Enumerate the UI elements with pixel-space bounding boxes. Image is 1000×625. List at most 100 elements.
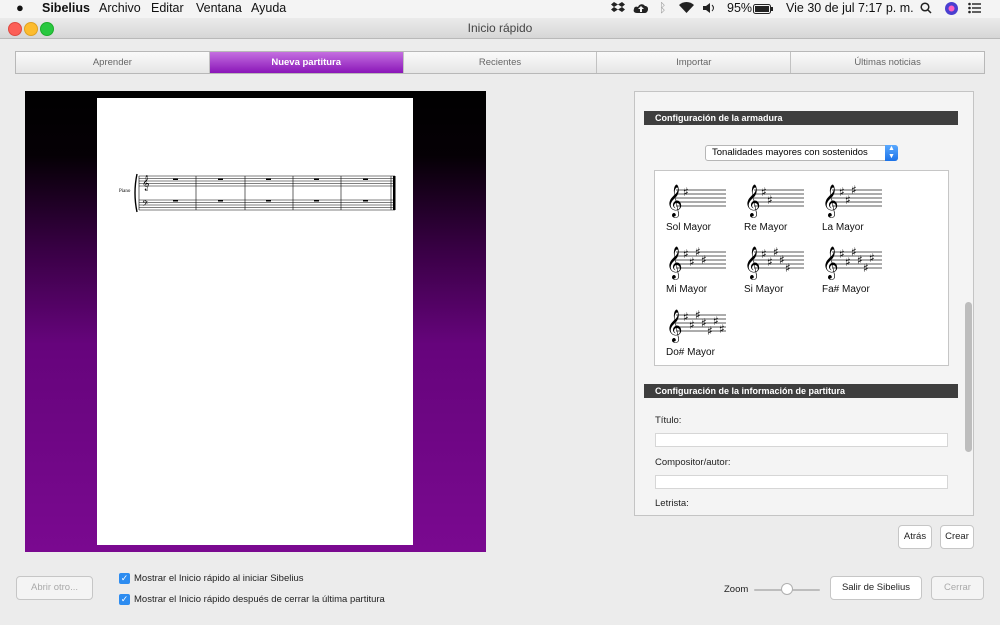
- back-button[interactable]: Atrás: [898, 525, 932, 549]
- key-re-mayor-staff-icon: 𝄞 ♯♯: [744, 184, 804, 218]
- key-si-mayor-staff-icon: 𝄞 ♯♯♯♯♯: [744, 245, 804, 280]
- svg-text:𝄞: 𝄞: [744, 246, 761, 280]
- key-label: Si Mayor: [744, 284, 784, 295]
- svg-text:♯: ♯: [773, 245, 779, 259]
- svg-text:♯: ♯: [845, 255, 851, 269]
- title-input[interactable]: [655, 433, 948, 447]
- svg-text:♯: ♯: [767, 193, 773, 207]
- svg-text:𝄞: 𝄞: [142, 176, 150, 191]
- tab-importar[interactable]: Importar: [597, 52, 792, 73]
- key-label: Mi Mayor: [666, 284, 708, 295]
- svg-text:𝄞: 𝄞: [822, 184, 839, 218]
- svg-text:♯: ♯: [683, 185, 689, 199]
- clock[interactable]: Vie 30 de jul 7:17 p. m.: [786, 1, 914, 15]
- svg-text:♯: ♯: [761, 247, 767, 261]
- open-other-button[interactable]: Abrir otro...: [16, 576, 93, 600]
- tab-aprender[interactable]: Aprender: [16, 52, 210, 73]
- svg-text:♯: ♯: [761, 185, 767, 199]
- composer-label: Compositor/autor:: [655, 457, 731, 468]
- svg-text:♯: ♯: [701, 316, 707, 330]
- menu-ventana[interactable]: Ventana: [196, 1, 242, 15]
- svg-text:♯: ♯: [719, 322, 725, 336]
- svg-text:♯: ♯: [683, 310, 689, 324]
- svg-text:𝄞: 𝄞: [666, 309, 683, 343]
- apple-icon[interactable]: ●: [16, 0, 24, 15]
- svg-text:♯: ♯: [701, 253, 707, 267]
- zoom-slider-knob[interactable]: [781, 583, 793, 595]
- key-label: La Mayor: [822, 222, 864, 233]
- key-signature-grid: 𝄞 ♯ Sol Mayor 𝄞 ♯ ♯ Re Mayor 𝄞 ♯ ♯ ♯ La Mayor …: [654, 170, 949, 366]
- menu-ayuda[interactable]: Ayuda: [251, 1, 286, 15]
- svg-text:♯: ♯: [857, 253, 863, 267]
- cloud-upload-icon[interactable]: [633, 2, 649, 17]
- menu-editar[interactable]: Editar: [151, 1, 184, 15]
- settings-panel[interactable]: Configuración de la armadura Tonalidades…: [634, 91, 974, 516]
- dropbox-icon[interactable]: [611, 2, 625, 17]
- svg-text:𝄞: 𝄞: [822, 246, 839, 280]
- show-on-launch-checkbox[interactable]: ✓: [119, 573, 130, 584]
- svg-text:𝄢: 𝄢: [142, 200, 149, 211]
- key-signature-header: Configuración de la armadura: [644, 111, 958, 125]
- menu-app-name[interactable]: Sibelius: [42, 1, 90, 15]
- menu-archivo[interactable]: Archivo: [99, 1, 141, 15]
- score-system: 𝄞 𝄢: [134, 173, 396, 213]
- show-after-close-checkbox[interactable]: ✓: [119, 594, 130, 605]
- svg-text:♯: ♯: [851, 245, 857, 259]
- svg-text:♯: ♯: [785, 261, 791, 275]
- search-icon[interactable]: [920, 2, 932, 17]
- svg-text:♯: ♯: [779, 253, 785, 267]
- key-type-value: Tonalidades mayores con sostenidos: [712, 147, 868, 158]
- lyricist-label: Letrista:: [655, 498, 689, 509]
- tab-bar: Aprender Nueva partitura Recientes Impor…: [15, 51, 985, 74]
- tab-recientes[interactable]: Recientes: [404, 52, 598, 73]
- key-option-e-major[interactable]: 𝄞 ♯ ♯ ♯ ♯ Mi Mayor: [666, 244, 742, 304]
- key-label: Do# Mayor: [666, 347, 715, 358]
- key-mi-mayor-staff-icon: 𝄞 ♯♯♯♯: [666, 245, 726, 280]
- key-label: Re Mayor: [744, 222, 788, 233]
- svg-text:𝄞: 𝄞: [744, 184, 761, 218]
- show-on-launch-label: Mostrar el Inicio rápido al iniciar Sibe…: [134, 573, 304, 584]
- instrument-name: Piano: [119, 189, 131, 194]
- score-page: Piano 𝄞 𝄢: [97, 98, 413, 545]
- create-button[interactable]: Crear: [940, 525, 974, 549]
- key-option-d-major[interactable]: 𝄞 ♯ ♯ Re Mayor: [744, 182, 820, 242]
- tab-ultimas-noticias[interactable]: Últimas noticias: [791, 52, 984, 73]
- svg-text:♯: ♯: [767, 255, 773, 269]
- volume-icon[interactable]: [703, 2, 717, 17]
- key-fa-sostenido-mayor-staff-icon: 𝄞 ♯♯♯♯♯♯: [822, 245, 882, 280]
- window-title-bar: Inicio rápido: [0, 18, 1000, 39]
- svg-text:♯: ♯: [695, 308, 701, 322]
- battery-icon[interactable]: [753, 3, 773, 17]
- svg-text:𝄞: 𝄞: [666, 246, 683, 280]
- svg-text:♯: ♯: [851, 183, 857, 197]
- key-type-dropdown[interactable]: Tonalidades mayores con sostenidos ▲ ▼: [705, 145, 898, 161]
- wifi-icon[interactable]: [679, 2, 694, 17]
- key-option-a-major[interactable]: 𝄞 ♯ ♯ ♯ La Mayor: [822, 182, 898, 242]
- show-after-close-label: Mostrar el Inicio rápido después de cerr…: [134, 594, 385, 605]
- battery-percent: 95%: [727, 1, 753, 15]
- panel-scrollbar[interactable]: [965, 302, 972, 452]
- siri-icon[interactable]: [945, 2, 958, 18]
- dropdown-arrows-icon: ▲ ▼: [885, 145, 898, 161]
- tab-nueva-partitura[interactable]: Nueva partitura: [209, 52, 404, 73]
- key-option-b-major[interactable]: 𝄞 ♯ ♯ ♯ ♯ ♯ Si Mayor: [744, 244, 820, 304]
- svg-text:♯: ♯: [695, 245, 701, 259]
- svg-text:♯: ♯: [839, 247, 845, 261]
- svg-text:♯: ♯: [707, 324, 713, 338]
- zoom-label: Zoom: [724, 584, 749, 595]
- key-sol-mayor-staff-icon: 𝄞 ♯: [666, 184, 726, 218]
- title-label: Título:: [655, 415, 682, 426]
- score-preview: Piano 𝄞 𝄢: [25, 91, 486, 552]
- key-do-sostenido-mayor-staff-icon: 𝄞 ♯♯♯♯♯♯♯: [666, 308, 726, 343]
- notification-center-icon[interactable]: [968, 2, 981, 17]
- key-option-g-major[interactable]: 𝄞 ♯ Sol Mayor: [666, 182, 742, 242]
- svg-text:♯: ♯: [713, 314, 719, 328]
- svg-text:♯: ♯: [869, 251, 875, 265]
- bluetooth-icon[interactable]: ᛒ: [659, 1, 667, 15]
- key-option-c-sharp-major[interactable]: 𝄞 ♯ ♯ ♯ ♯ ♯ ♯ ♯ Do# Mayor: [666, 307, 742, 367]
- quit-sibelius-button[interactable]: Salir de Sibelius: [830, 576, 922, 600]
- key-option-f-sharp-major[interactable]: 𝄞 ♯ ♯ ♯ ♯ ♯ ♯ Fa# Mayor: [822, 244, 898, 304]
- score-info-header: Configuración de la información de parti…: [644, 384, 958, 398]
- composer-input[interactable]: [655, 475, 948, 489]
- close-button[interactable]: Cerrar: [931, 576, 984, 600]
